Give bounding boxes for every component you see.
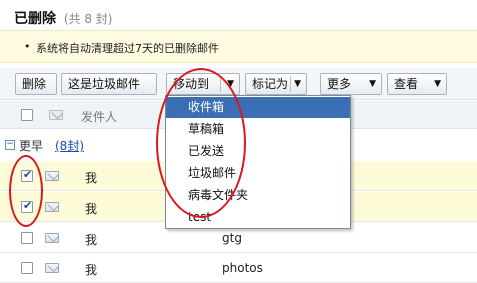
move-to-dropdown-menu: 收件箱 草稿箱 已发送 垃圾邮件 病毒文件夹 test (165, 95, 351, 229)
mail-sender: 我 (85, 263, 98, 277)
mail-row-checkbox[interactable] (21, 168, 33, 182)
mail-row-checkbox[interactable] (21, 262, 33, 274)
chevron-down-icon: ▼ (369, 79, 376, 89)
mail-row-checkbox[interactable] (21, 232, 33, 244)
folder-title: 已删除 (14, 11, 56, 27)
envelope-icon (45, 171, 59, 181)
mail-row[interactable]: 我 photos (0, 253, 477, 283)
report-spam-button[interactable]: 这是垃圾邮件 (61, 73, 157, 95)
menu-item-inbox[interactable]: 收件箱 (166, 97, 350, 118)
view-button[interactable]: 查看 ▼ (387, 73, 447, 95)
auto-clean-notice: • 系统将自动清理超过7天的已删除邮件 (0, 30, 477, 63)
delete-button[interactable]: 删除 (15, 73, 57, 95)
group-count-link[interactable]: (8封) (55, 137, 84, 154)
notice-bullet: • (24, 40, 31, 53)
chevron-down-icon: ▼ (294, 79, 301, 89)
delete-button-label: 删除 (22, 77, 47, 91)
mark-as-button-label: 标记为 (252, 77, 289, 91)
mail-sender: 我 (85, 202, 98, 216)
chevron-down-icon: ▼ (227, 79, 234, 89)
chevron-down-icon: ▼ (434, 79, 441, 89)
notice-text: 系统将自动清理超过7天的已删除邮件 (36, 42, 219, 55)
menu-item-spam[interactable]: 垃圾邮件 (166, 163, 350, 184)
sender-column-header[interactable]: 发件人 (81, 108, 117, 125)
mail-sender: 我 (85, 171, 98, 185)
mail-count: (共 8 封) (63, 12, 113, 26)
report-spam-button-label: 这是垃圾邮件 (68, 77, 141, 91)
envelope-icon (45, 202, 59, 212)
group-label: 更早 (19, 139, 44, 153)
menu-item-virus-folder[interactable]: 病毒文件夹 (166, 185, 350, 206)
view-button-label: 查看 (394, 77, 419, 91)
move-to-separator (220, 76, 221, 92)
menu-item-sent[interactable]: 已发送 (166, 141, 350, 162)
envelope-icon (49, 110, 63, 120)
move-to-button[interactable]: 移动到 ▼ (166, 73, 240, 95)
mail-row-checkbox[interactable] (21, 199, 33, 213)
folder-title-bar: 已删除 (共 8 封) (0, 0, 477, 30)
menu-item-drafts[interactable]: 草稿箱 (166, 119, 350, 140)
envelope-icon (45, 263, 59, 273)
mail-subject[interactable]: gtg (222, 231, 242, 245)
mail-sender: 我 (85, 233, 98, 247)
mail-subject[interactable]: photos (222, 261, 263, 275)
mark-as-button[interactable]: 标记为 ▼ (245, 73, 307, 95)
move-to-button-label: 移动到 (173, 77, 210, 91)
menu-item-test[interactable]: test (166, 207, 350, 228)
more-button[interactable]: 更多 ▼ (320, 73, 382, 95)
envelope-icon (45, 233, 59, 243)
select-all-checkbox[interactable] (21, 109, 33, 121)
collapse-icon[interactable]: − (5, 140, 15, 150)
more-button-label: 更多 (327, 77, 352, 91)
mark-as-separator (290, 76, 291, 92)
